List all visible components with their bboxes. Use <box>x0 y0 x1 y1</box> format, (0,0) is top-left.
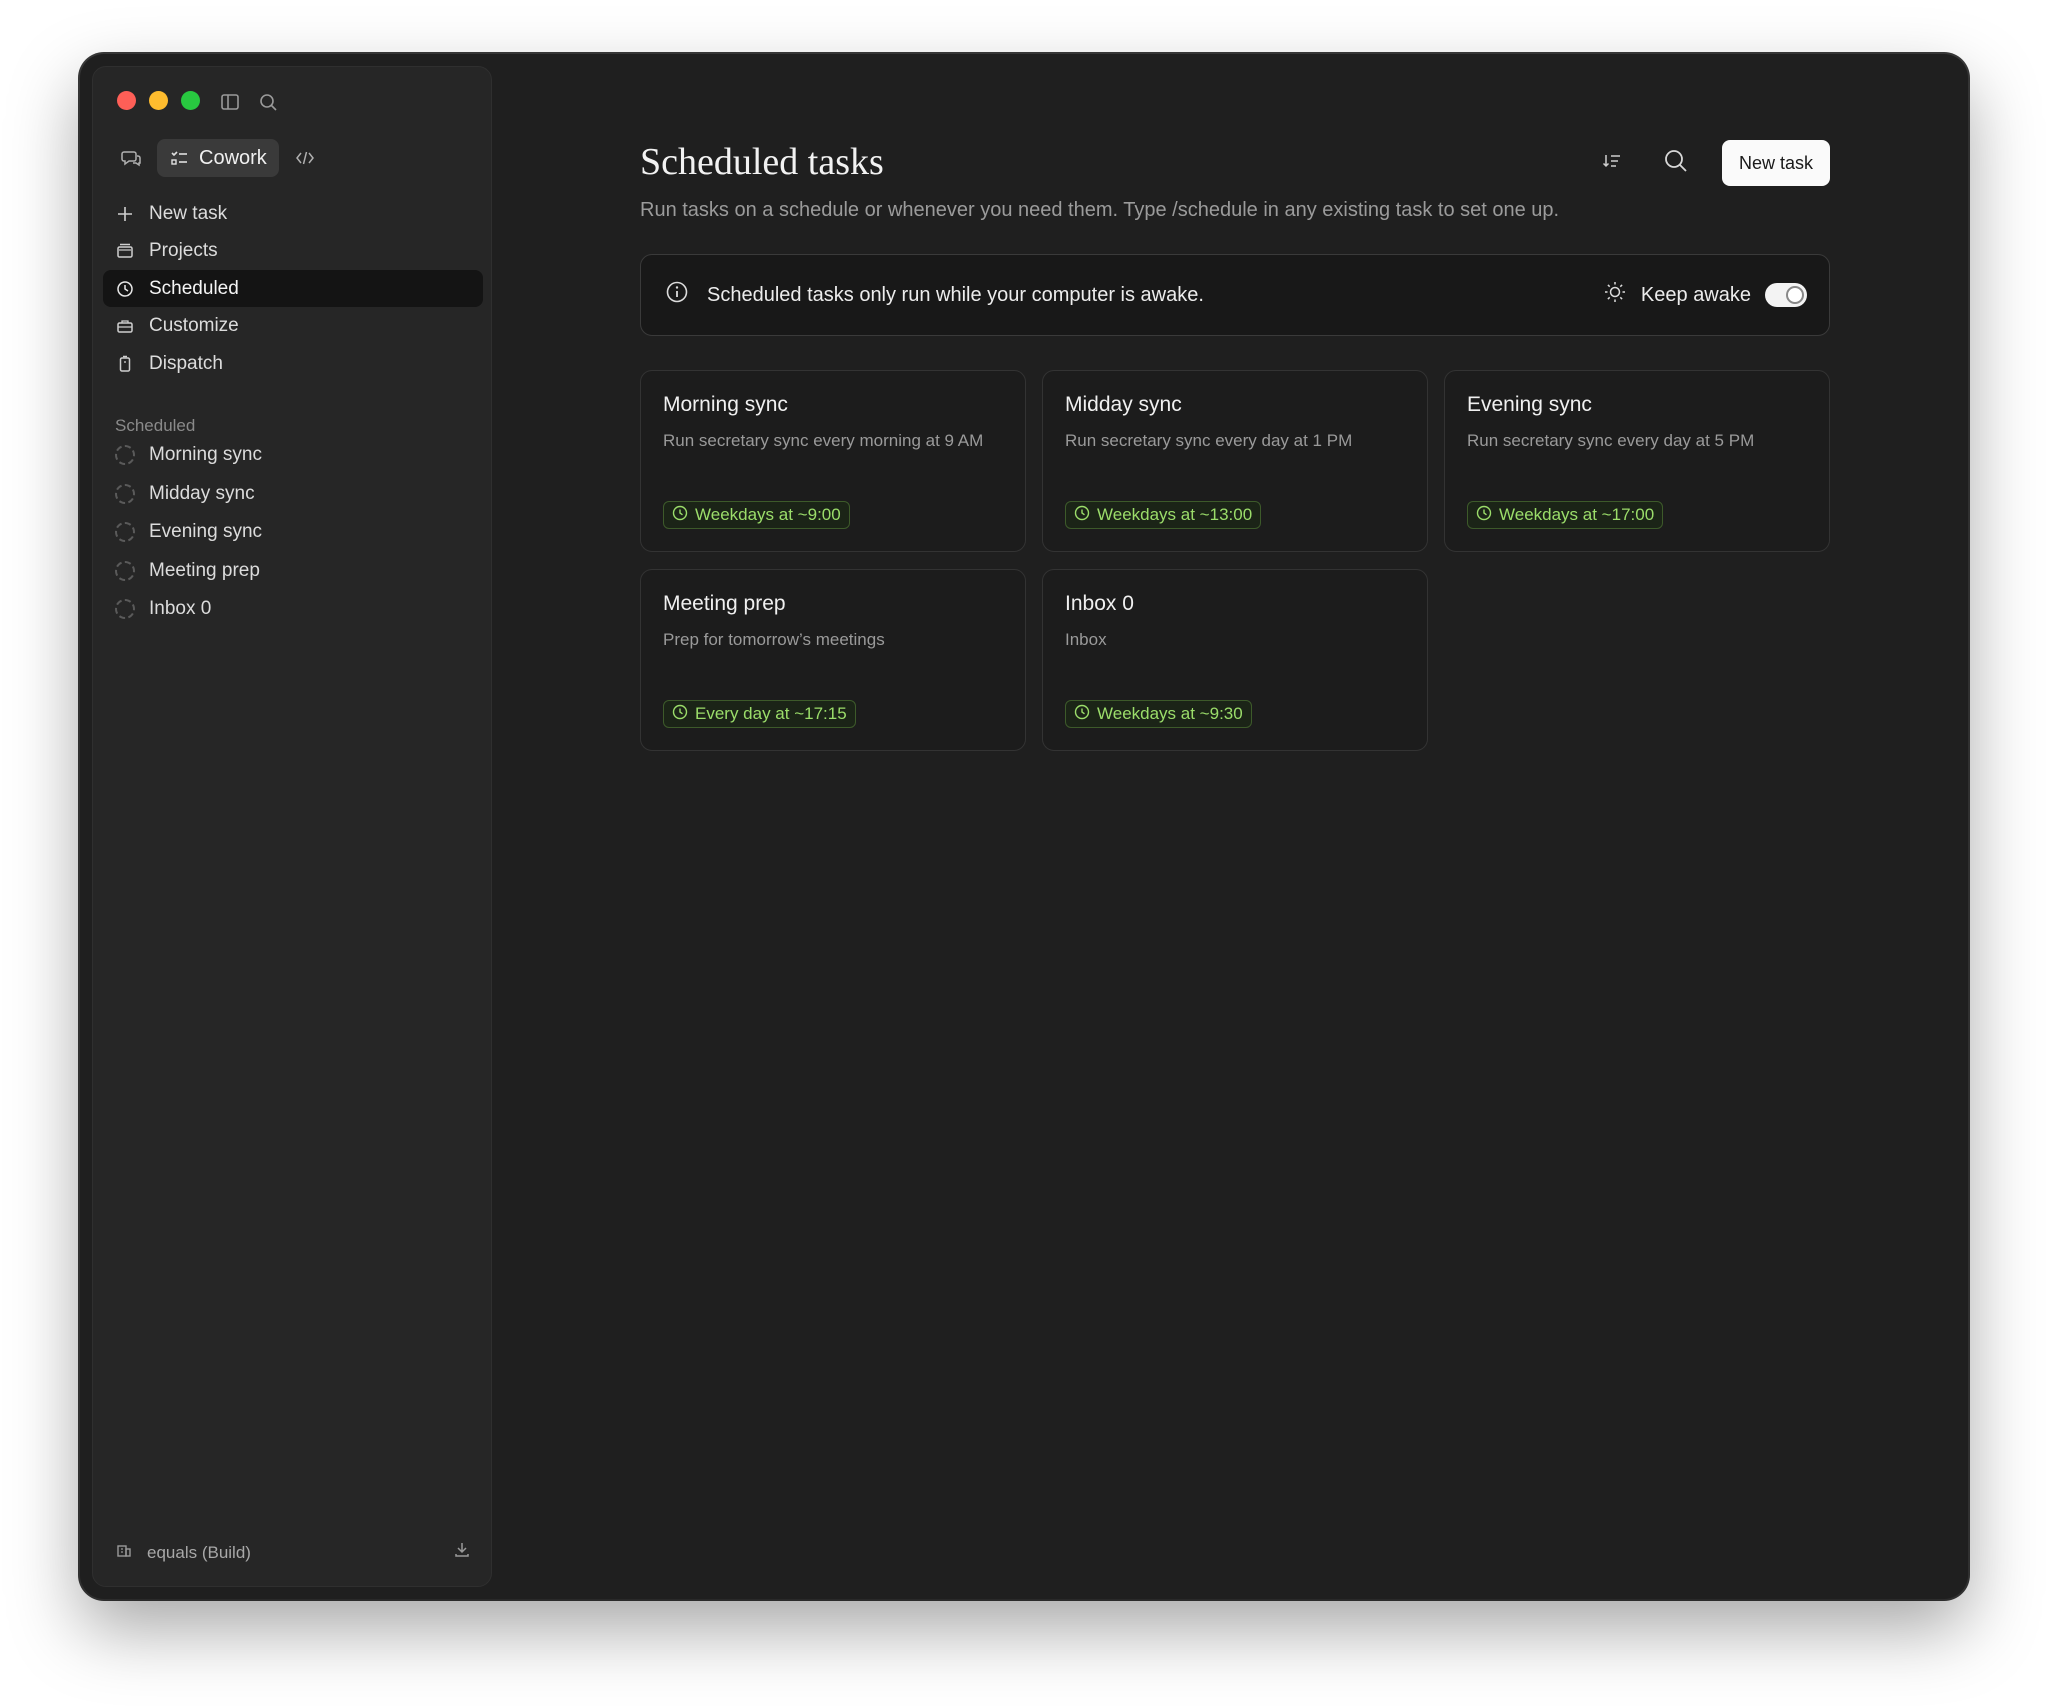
scheduled-section-label: Scheduled <box>115 416 196 435</box>
clock-icon <box>1476 505 1492 526</box>
cowork-mode-button[interactable]: Cowork <box>157 139 279 177</box>
schedule-badge: Weekdays at ~13:00 <box>1065 501 1262 529</box>
pending-ring-icon <box>115 599 135 620</box>
sidebar-footer: equals (Build) <box>115 1541 471 1564</box>
schedule-badge: Weekdays at ~17:00 <box>1467 501 1664 529</box>
schedule-badge: Every day at ~17:15 <box>663 700 856 728</box>
new-task-button[interactable]: New task <box>1721 140 1830 186</box>
banner-text: Scheduled tasks only run while your comp… <box>707 283 1204 306</box>
clock-icon <box>1074 704 1090 725</box>
sidebar-item-label: Customize <box>149 315 239 336</box>
schedule-badge: Weekdays at ~9:30 <box>1065 700 1252 728</box>
search-icon <box>1663 148 1689 179</box>
info-icon <box>665 280 689 310</box>
scheduled-item-meeting-prep[interactable]: Meeting prep <box>103 552 483 591</box>
schedule-text: Weekdays at ~9:30 <box>1097 704 1243 723</box>
page-title: Scheduled tasks <box>640 141 884 183</box>
building-icon <box>115 1541 133 1564</box>
pending-ring-icon <box>115 560 135 581</box>
task-card-description: Run secretary sync every day at 5 PM <box>1467 431 1755 450</box>
clock-icon <box>1074 505 1090 526</box>
schedule-text: Weekdays at ~17:00 <box>1499 505 1655 524</box>
page-subtitle: Run tasks on a schedule or whenever you … <box>640 199 1560 221</box>
task-card-description: Inbox <box>1065 630 1107 649</box>
schedule-text: Every day at ~17:15 <box>695 704 847 723</box>
sidebar-top-icons <box>219 91 279 113</box>
sidebar-item-label: Scheduled <box>149 277 239 299</box>
task-card-description: Run secretary sync every morning at 9 AM <box>663 431 984 450</box>
schedule-text: Weekdays at ~13:00 <box>1097 505 1253 524</box>
scheduled-item-midday-sync[interactable]: Midday sync <box>103 475 483 514</box>
mode-switcher: Cowork <box>115 139 321 177</box>
sun-icon <box>1603 280 1627 310</box>
keep-awake-label: Keep awake <box>1640 283 1751 306</box>
app-window: Cowork New task Projects Scheduled Custo… <box>80 54 1968 1599</box>
clock-icon <box>115 279 135 299</box>
scheduled-item-label: Inbox 0 <box>149 598 212 620</box>
scheduled-item-label: Morning sync <box>149 444 262 466</box>
close-window-button[interactable] <box>117 91 136 110</box>
pending-ring-icon <box>115 445 135 466</box>
sidebar-item-label: New task <box>149 202 228 224</box>
scheduled-list: Morning sync Midday sync Evening sync Me… <box>103 436 483 629</box>
task-card-evening-sync[interactable]: Evening sync Run secretary sync every da… <box>1444 370 1830 552</box>
sidebar-item-dispatch[interactable]: Dispatch <box>103 345 483 382</box>
download-icon[interactable] <box>453 1541 471 1564</box>
checklist-icon <box>169 148 189 168</box>
workspace-switcher[interactable]: equals (Build) <box>115 1541 251 1564</box>
toggle-knob <box>1786 286 1804 304</box>
scheduled-item-label: Meeting prep <box>149 559 260 581</box>
briefcase-icon <box>115 316 135 336</box>
task-card-title: Inbox 0 <box>1065 592 1134 615</box>
scheduled-item-evening-sync[interactable]: Evening sync <box>103 513 483 552</box>
sidebar-item-customize[interactable]: Customize <box>103 308 483 345</box>
sidebar-item-label: Dispatch <box>149 352 223 374</box>
task-card-meeting-prep[interactable]: Meeting prep Prep for tomorrow’s meeting… <box>640 569 1026 751</box>
sidebar-item-label: Projects <box>149 240 218 261</box>
code-mode-icon[interactable] <box>289 142 321 174</box>
keep-awake-toggle[interactable] <box>1765 283 1807 307</box>
pending-ring-icon <box>115 483 135 504</box>
minimize-window-button[interactable] <box>149 91 168 110</box>
window-controls <box>117 91 200 110</box>
scheduled-item-inbox-0[interactable]: Inbox 0 <box>103 590 483 629</box>
sidebar-toggle-icon[interactable] <box>219 91 241 113</box>
folder-icon <box>115 241 135 261</box>
sidebar-nav: New task Projects Scheduled Customize Di… <box>103 195 483 383</box>
awake-notice-banner: Scheduled tasks only run while your comp… <box>640 254 1830 336</box>
task-card-description: Prep for tomorrow’s meetings <box>663 630 885 649</box>
task-card-description: Run secretary sync every day at 1 PM <box>1065 431 1353 450</box>
workspace-label: equals (Build) <box>147 1542 251 1562</box>
clock-icon <box>672 505 688 526</box>
phone-icon <box>115 354 135 374</box>
pending-ring-icon <box>115 522 135 543</box>
sidebar: Cowork New task Projects Scheduled Custo… <box>92 66 492 1587</box>
task-card-midday-sync[interactable]: Midday sync Run secretary sync every day… <box>1042 370 1428 552</box>
sort-icon <box>1601 150 1623 177</box>
mode-label: Cowork <box>199 146 267 169</box>
sidebar-item-scheduled[interactable]: Scheduled <box>103 270 483 307</box>
scheduled-item-label: Evening sync <box>149 521 263 543</box>
task-card-title: Morning sync <box>663 393 788 416</box>
header-actions: New task <box>1594 140 1830 186</box>
task-card-title: Evening sync <box>1467 393 1592 416</box>
chat-mode-icon[interactable] <box>115 142 147 174</box>
sort-button[interactable] <box>1594 145 1630 181</box>
zoom-window-button[interactable] <box>181 91 200 110</box>
scheduled-item-morning-sync[interactable]: Morning sync <box>103 436 483 475</box>
sidebar-item-new-task[interactable]: New task <box>103 195 483 232</box>
plus-icon <box>115 204 135 224</box>
task-card-morning-sync[interactable]: Morning sync Run secretary sync every mo… <box>640 370 1026 552</box>
search-button[interactable] <box>1658 145 1694 181</box>
sidebar-item-projects[interactable]: Projects <box>103 233 483 270</box>
clock-icon <box>672 704 688 725</box>
task-card-title: Midday sync <box>1065 393 1182 416</box>
search-icon[interactable] <box>257 91 279 113</box>
scheduled-item-label: Midday sync <box>149 482 255 504</box>
schedule-badge: Weekdays at ~9:00 <box>663 501 850 529</box>
task-card-inbox-0[interactable]: Inbox 0 Inbox Weekdays at ~9:30 <box>1042 569 1428 751</box>
schedule-text: Weekdays at ~9:00 <box>695 505 841 524</box>
task-card-title: Meeting prep <box>663 592 786 615</box>
